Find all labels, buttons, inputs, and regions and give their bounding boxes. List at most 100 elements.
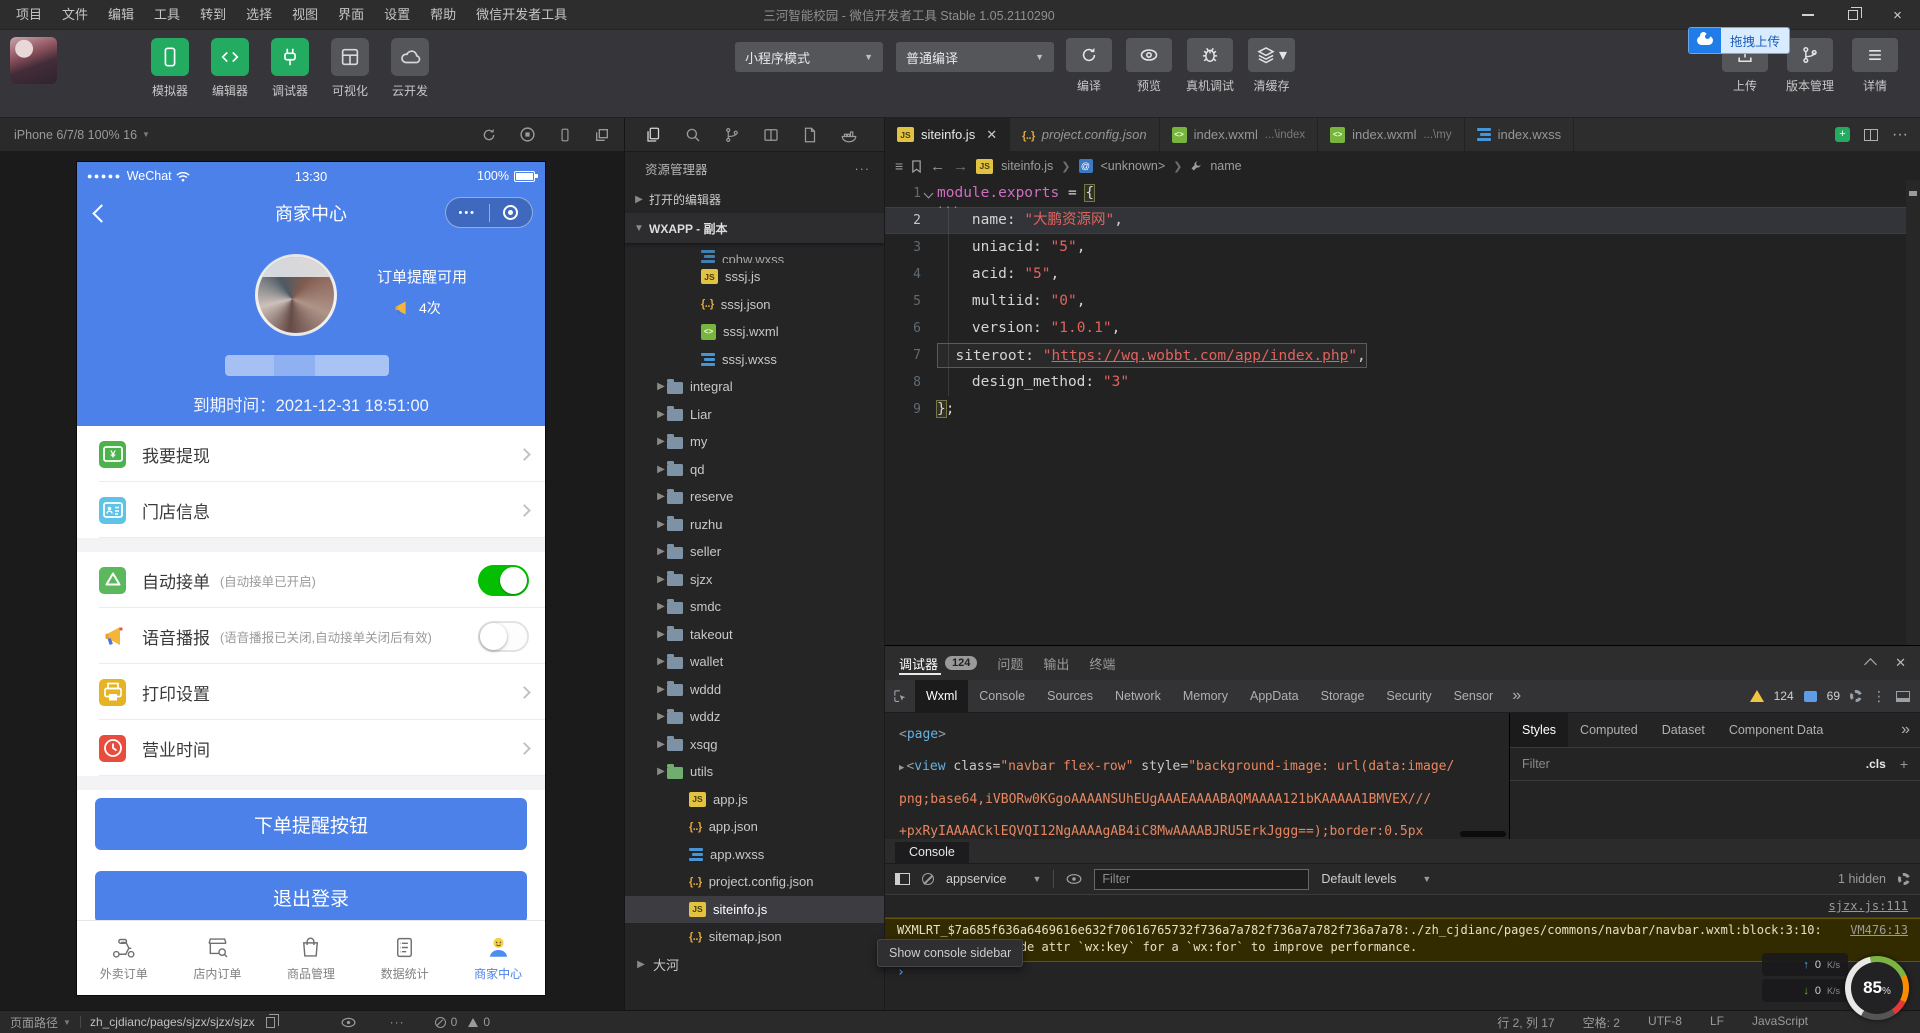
clear-cache-layers-icon[interactable]: ▾ [1248,38,1295,72]
compile-select[interactable]: 普通编译 ▼ [896,42,1054,72]
editor-tab-index.wxml[interactable]: <>index.wxml...\index [1160,118,1319,151]
source-link[interactable]: sjzx.js:111 [1829,899,1908,913]
multi-window-icon[interactable] [594,127,610,143]
exit-target-icon[interactable] [490,205,533,220]
toggle-on[interactable] [478,565,529,596]
statusbar-item[interactable]: 行 2, 列 17 [1497,1014,1554,1031]
copy-icon[interactable] [266,1017,275,1028]
wxml-node[interactable]: <page> [899,719,1509,751]
hidden-count[interactable]: 1 hidden [1838,872,1886,886]
merchant-avatar[interactable] [255,254,337,336]
tree-item-reserve[interactable]: ▶reserve [625,483,884,511]
menu-item-视图[interactable]: 视图 [282,0,328,30]
context-select[interactable]: appservice ▼ [946,872,1041,886]
close-icon[interactable]: ✕ [1895,655,1906,671]
close-icon[interactable]: ✕ [986,127,997,143]
user-avatar[interactable] [10,37,57,84]
tree-item-qd[interactable]: ▶qd [625,456,884,484]
tree-item-my[interactable]: ▶my [625,428,884,456]
breadcrumb-file[interactable]: siteinfo.js [1001,159,1053,173]
debugger-tab-终端[interactable]: 终端 [1089,646,1115,680]
tree-item-xsqg[interactable]: ▶xsqg [625,731,884,759]
devtools-tab-Network[interactable]: Network [1104,680,1172,712]
code-editor[interactable]: ··· 1module.exports = {2 name: "大鹏资源网",3… [885,180,1920,645]
devtools-tab-Wxml[interactable]: Wxml [915,680,968,712]
wxml-node[interactable]: +pxRyIAAAACklEQVQI12NgAAAAgAB4iC8MwAAAAB… [899,816,1509,839]
clear-console-icon[interactable] [922,873,934,885]
menu-row-门店信息[interactable]: 门店信息 [77,482,545,538]
devtools-tab-Storage[interactable]: Storage [1310,680,1376,712]
statusbar-item[interactable]: 空格: 2 [1583,1014,1620,1031]
file-page-icon[interactable] [801,126,819,144]
problems-indicator[interactable]: 0 0 [435,1015,490,1029]
page-path-select[interactable]: 页面路径 ▼ [10,1014,71,1031]
eye-icon[interactable] [341,1017,356,1028]
nav-back-icon[interactable]: ← [930,158,945,175]
menu-item-帮助[interactable]: 帮助 [420,0,466,30]
console-sidebar-toggle-icon[interactable] [895,873,910,885]
tree-item-wddd[interactable]: ▶wddd [625,676,884,704]
docker-whale-icon[interactable] [840,126,858,144]
simulator-phone-icon[interactable] [151,38,189,76]
files-icon[interactable] [645,126,663,144]
more-icon[interactable]: ··· [390,1015,405,1029]
menu-item-工具[interactable]: 工具 [144,0,190,30]
tree-item-takeout[interactable]: ▶takeout [625,621,884,649]
more-actions-icon[interactable]: ··· [1892,126,1908,144]
split-editor-icon[interactable] [1864,129,1878,141]
expand-arrow-icon[interactable]: ▶ [899,763,904,773]
details-menu-icon[interactable] [1852,38,1898,72]
eye-icon[interactable] [1066,873,1082,885]
overflow-chevron-icon[interactable]: » [1901,721,1920,739]
menu-item-项目[interactable]: 项目 [6,0,52,30]
editor-tab-siteinfo.js[interactable]: JSsiteinfo.js✕ [885,118,1010,151]
devtools-tab-Security[interactable]: Security [1375,680,1442,712]
tab-商品管理[interactable]: 商品管理 [264,921,358,995]
more-actions-icon[interactable]: ··· [855,162,871,176]
tree-item-sssj.js[interactable]: JSsssj.js [625,263,884,291]
cls-toggle[interactable]: .cls [1866,757,1886,771]
statusbar-item[interactable]: LF [1710,1014,1724,1031]
tree-item-app.wxss[interactable]: app.wxss [625,841,884,869]
tree-item-sjzx[interactable]: ▶sjzx [625,566,884,594]
editor-tab-index.wxss[interactable]: index.wxss [1465,118,1575,151]
wxml-tree-pane[interactable]: <page>▶<view class="navbar flex-row" sty… [885,713,1510,839]
tree-item-cphw.wxss[interactable]: cphw.wxss [625,243,884,263]
collapse-icon[interactable] [1864,658,1877,671]
tree-item-seller[interactable]: ▶seller [625,538,884,566]
tree-item-utils[interactable]: ▶utils [625,758,884,786]
tree-item-ruzhu[interactable]: ▶ruzhu [625,511,884,539]
toggle-off[interactable] [478,621,529,652]
overflow-chevron-icon[interactable]: » [1504,687,1529,705]
styles-filter-input[interactable]: Filter [1522,757,1550,771]
tab-外卖订单[interactable]: 外卖订单 [77,921,171,995]
tree-item-wallet[interactable]: ▶wallet [625,648,884,676]
breadcrumb-symbol[interactable]: <unknown> [1101,159,1166,173]
tree-item-Liar[interactable]: ▶Liar [625,401,884,429]
tree-item-app.js[interactable]: JSapp.js [625,786,884,814]
maximize-icon[interactable] [1830,0,1875,30]
inspect-element-icon[interactable] [885,688,915,705]
console-tab[interactable]: Console [895,842,969,863]
device-select[interactable]: iPhone 6/7/8 100% 16 ▼ [14,128,150,142]
refresh-icon[interactable] [481,127,497,143]
menu-row-自动接单[interactable]: 自动接单(自动接单已开启) [77,552,545,608]
tree-item-smdc[interactable]: ▶smdc [625,593,884,621]
console-filter-input[interactable]: Filter [1094,869,1309,890]
back-icon[interactable] [92,204,110,222]
nav-forward-icon[interactable]: → [953,158,968,175]
minimize-icon[interactable] [1785,0,1830,30]
menu-item-转到[interactable]: 转到 [190,0,236,30]
debugger-plug-icon[interactable] [271,38,309,76]
devtools-tab-Memory[interactable]: Memory [1172,680,1239,712]
tree-item-wddz[interactable]: ▶wddz [625,703,884,731]
section-open-editors[interactable]: ▶ 打开的编辑器 [625,185,884,213]
statusbar-item[interactable]: UTF-8 [1648,1014,1682,1031]
quick-preview-icon[interactable]: + [1835,127,1850,142]
outline-list-icon[interactable]: ≡ [895,158,903,174]
editor-tab-project.config.json[interactable]: {..}project.config.json [1010,118,1159,151]
devtools-warning-count[interactable]: 124 [1774,689,1794,703]
order-remind-button[interactable]: 下单提醒按钮 [95,798,527,850]
tab-店内订单[interactable]: 店内订单 [171,921,265,995]
menu-item-选择[interactable]: 选择 [236,0,282,30]
